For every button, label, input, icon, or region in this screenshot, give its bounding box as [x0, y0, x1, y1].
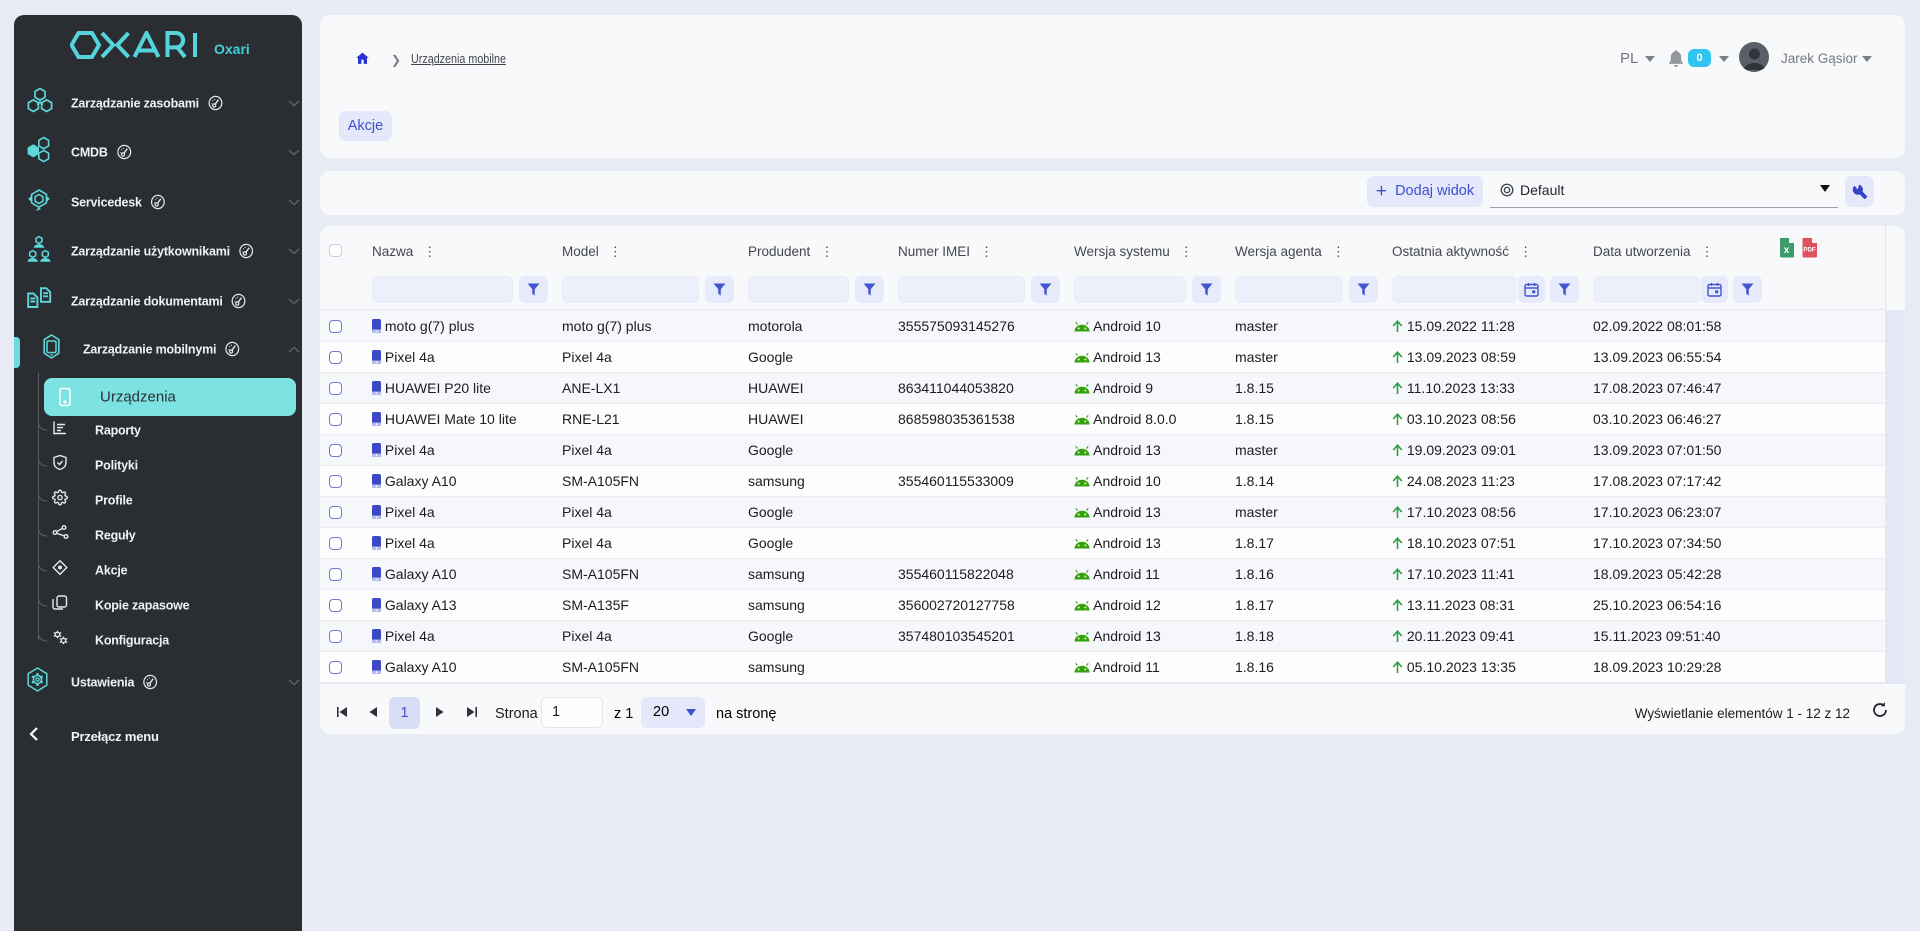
svg-text:x: x	[1784, 245, 1790, 256]
svg-text:PDF: PDF	[1803, 247, 1816, 254]
